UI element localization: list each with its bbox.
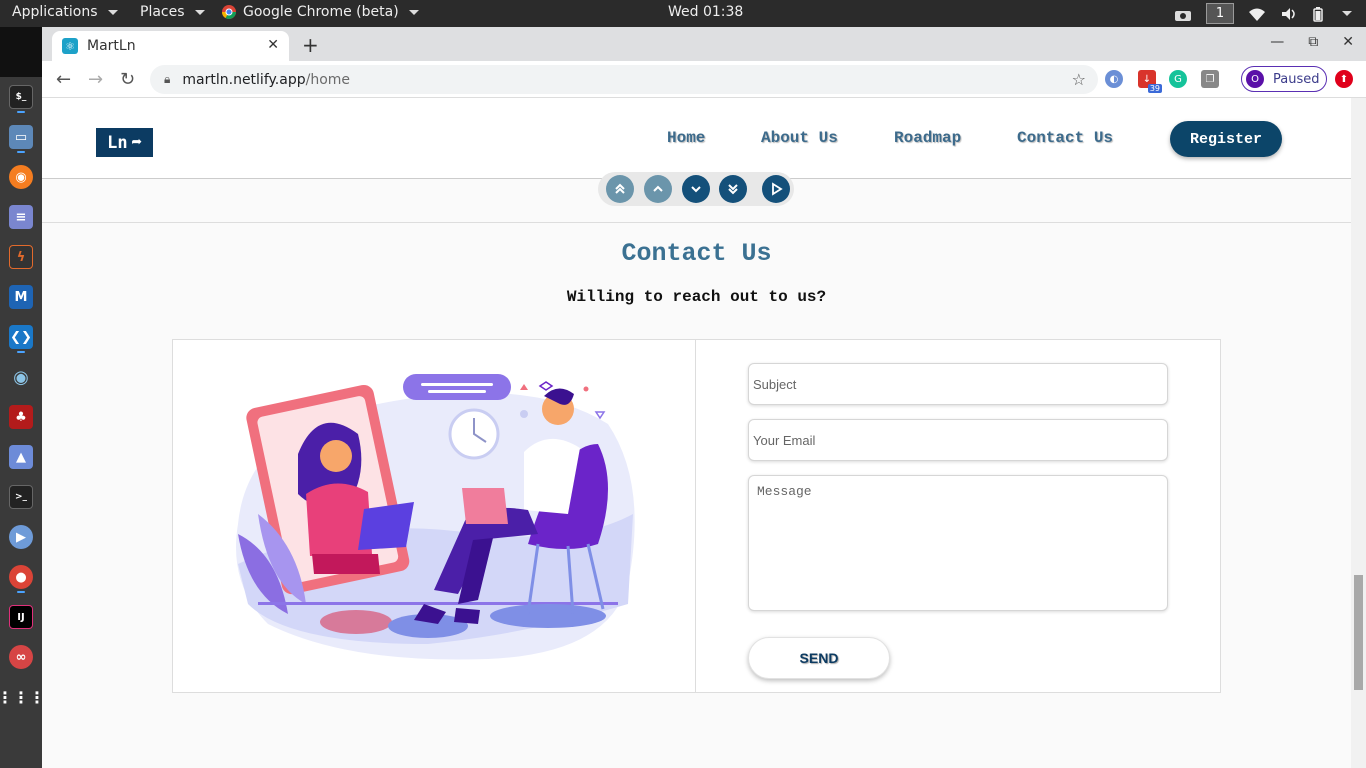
logo-text: Ln xyxy=(107,132,128,153)
battery-icon[interactable] xyxy=(1312,6,1324,22)
image-viewer-icon[interactable]: ▲ xyxy=(9,445,33,469)
grammarly-icon[interactable]: G xyxy=(1169,70,1187,88)
system-tray: 1 xyxy=(1174,3,1352,24)
url-host: martln.netlify.app xyxy=(182,71,306,88)
camera-icon[interactable] xyxy=(1174,6,1192,22)
extension-compass-icon[interactable]: ◐ xyxy=(1105,70,1123,88)
active-app-menu[interactable]: Google Chrome (beta) xyxy=(221,4,419,20)
close-tab-icon[interactable]: ✕ xyxy=(267,37,279,53)
nav-about[interactable]: About Us xyxy=(761,129,838,147)
profile-button[interactable]: O Paused xyxy=(1241,66,1327,92)
glasses-icon[interactable]: ∞ xyxy=(9,645,33,669)
app-grid-icon[interactable]: ⋮⋮⋮ xyxy=(0,685,45,709)
browser-toolbar: ← → ↻ 🔒︎ martln.netlify.app/home ☆ ◐ ↓ 39… xyxy=(42,61,1366,98)
system-top-bar: Applications Places Google Chrome (beta)… xyxy=(0,0,1366,27)
vscode-icon[interactable]: ❮❯ xyxy=(9,325,33,349)
clock[interactable]: Wed 01:38 xyxy=(668,4,743,20)
message-textarea[interactable] xyxy=(748,475,1168,611)
contact-title: Contact Us xyxy=(621,239,772,268)
running-indicator xyxy=(17,351,25,353)
browser-tab[interactable]: ⚛ MartLn ✕ xyxy=(52,31,289,61)
dock-top xyxy=(0,27,42,77)
tab-title: MartLn xyxy=(87,38,136,54)
chevron-down-icon xyxy=(194,9,205,15)
close-window-icon[interactable]: ✕ xyxy=(1342,34,1354,50)
section-navigator xyxy=(598,172,794,206)
applications-label: Applications xyxy=(12,4,98,20)
active-app-label: Google Chrome (beta) xyxy=(243,4,399,20)
bookmark-star-icon[interactable]: ☆ xyxy=(1072,70,1086,89)
avatar: O xyxy=(1246,70,1264,88)
extension-copy-icon[interactable]: ❐ xyxy=(1201,70,1219,88)
register-button[interactable]: Register xyxy=(1170,121,1282,157)
files-icon[interactable]: ▭ xyxy=(9,125,33,149)
volume-icon[interactable] xyxy=(1280,6,1298,22)
site-logo[interactable]: Ln ➦ xyxy=(96,128,153,157)
site-header: Ln ➦ Home About Us Roadmap Contact Us Re… xyxy=(42,98,1351,179)
burp-icon[interactable]: ϟ xyxy=(9,245,33,269)
card-divider xyxy=(695,340,696,692)
maximize-icon[interactable]: ⧉ xyxy=(1308,34,1318,50)
play-icon[interactable] xyxy=(762,175,790,203)
scroll-down-icon[interactable] xyxy=(682,175,710,203)
forward-icon[interactable]: → xyxy=(88,69,103,90)
wifi-icon[interactable] xyxy=(1248,6,1266,22)
scrollbar-thumb[interactable] xyxy=(1354,575,1363,690)
firefox-icon[interactable]: ◉ xyxy=(9,165,33,189)
scroll-top-icon[interactable] xyxy=(606,175,634,203)
chrome-dock-icon[interactable]: ● xyxy=(9,565,33,589)
page-viewport: Ln ➦ Home About Us Roadmap Contact Us Re… xyxy=(42,98,1366,768)
media-player-icon[interactable]: ▶ xyxy=(9,525,33,549)
scroll-up-icon[interactable] xyxy=(644,175,672,203)
subject-input[interactable] xyxy=(748,363,1168,405)
back-icon[interactable]: ← xyxy=(56,69,71,90)
cherry-icon[interactable]: ♣ xyxy=(9,405,33,429)
share-arrow-icon: ➦ xyxy=(131,132,142,153)
profile-status: Paused xyxy=(1273,71,1320,87)
window-controls: — ⧉ ✕ xyxy=(1270,34,1354,50)
text-editor-icon[interactable]: ≡ xyxy=(9,205,33,229)
terminal-2-icon[interactable]: >_ xyxy=(9,485,33,509)
reload-icon[interactable]: ↻ xyxy=(120,69,135,90)
email-input[interactable] xyxy=(748,419,1168,461)
applications-menu[interactable]: Applications xyxy=(12,4,118,20)
intellij-icon[interactable]: IJ xyxy=(9,605,33,629)
scroll-bottom-icon[interactable] xyxy=(719,175,747,203)
running-indicator xyxy=(17,111,25,113)
app-dock: $_ ▭ ◉ ≡ ϟ M ❮❯ ◉ ♣ ▲ >_ ▶ ● IJ ∞ ⋮⋮⋮ xyxy=(0,27,45,768)
url-path: /home xyxy=(305,71,351,88)
running-indicator xyxy=(17,151,25,153)
address-bar[interactable]: 🔒︎ martln.netlify.app/home ☆ xyxy=(150,65,1098,94)
nav-contact[interactable]: Contact Us xyxy=(1017,129,1113,147)
extension-badge: 39 xyxy=(1147,84,1162,93)
nav-roadmap[interactable]: Roadmap xyxy=(894,129,961,147)
react-favicon-icon: ⚛ xyxy=(62,38,78,54)
contact-card: SEND xyxy=(172,339,1221,693)
extension-download-icon[interactable]: ↓ 39 xyxy=(1138,70,1162,93)
page-scrollbar[interactable] xyxy=(1351,98,1366,768)
running-indicator xyxy=(17,591,25,593)
chrome-icon xyxy=(222,5,236,19)
places-menu[interactable]: Places xyxy=(140,4,205,20)
maltego-icon[interactable]: M xyxy=(9,285,33,309)
browser-tab-strip: ⚛ MartLn ✕ + — ⧉ ✕ xyxy=(42,27,1366,61)
places-label: Places xyxy=(140,4,185,20)
section-divider xyxy=(42,222,1351,223)
system-menu-caret-icon[interactable] xyxy=(1342,11,1352,16)
chevron-down-icon xyxy=(408,9,419,15)
eye-icon[interactable]: ◉ xyxy=(9,365,33,389)
minimize-icon[interactable]: — xyxy=(1270,34,1284,50)
contact-illustration xyxy=(236,374,635,660)
send-button[interactable]: SEND xyxy=(748,637,890,679)
update-icon[interactable]: ⬆ xyxy=(1335,70,1353,88)
terminal-icon[interactable]: $_ xyxy=(9,85,33,109)
new-tab-button[interactable]: + xyxy=(302,33,319,57)
lock-icon: 🔒︎ xyxy=(164,72,171,86)
contact-subtitle: Willing to reach out to us? xyxy=(566,288,827,306)
workspace-indicator[interactable]: 1 xyxy=(1206,3,1234,24)
chevron-down-icon xyxy=(107,9,118,15)
nav-home[interactable]: Home xyxy=(667,129,705,147)
